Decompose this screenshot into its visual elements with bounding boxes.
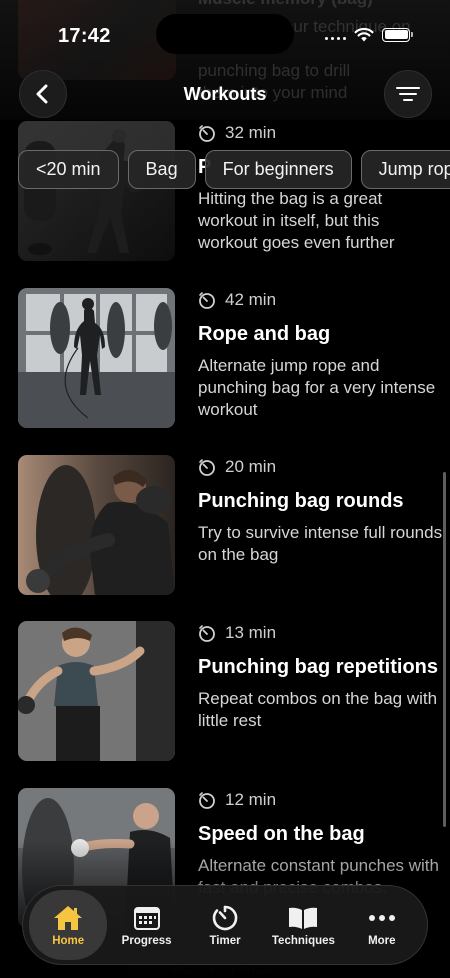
workout-info: 42 min Rope and bag Alternate jump rope … [198,288,443,421]
workout-description: Hitting the bag is a great workout in it… [198,189,395,252]
status-bar: 17:42 [0,0,450,70]
status-icons [325,27,413,42]
top-navigation: Workouts [0,70,450,120]
workout-thumbnail [18,455,175,595]
workout-duration: 20 min [198,455,443,479]
workout-card[interactable]: 20 min Punching bag rounds Try to surviv… [18,455,442,595]
stopwatch-icon [199,459,215,476]
workout-info: 13 min Punching bag repetitions Repeat c… [198,621,443,732]
workout-card[interactable]: 32 min P Hitting the bag is a great work… [18,121,438,261]
workout-info: 12 min Speed on the bag Alternate consta… [198,788,443,899]
battery-icon [382,27,413,42]
filter-lines-icon [396,87,420,101]
stopwatch-icon [199,292,215,309]
workout-title: Punching bag repetitions [198,656,439,678]
stopwatch-icon [199,625,215,642]
workout-duration: 12 min [198,788,443,812]
tab-timer[interactable]: Timer [186,890,264,960]
workout-thumbnail [18,621,175,761]
tab-more[interactable]: More [343,890,421,960]
workout-title: Speed on the bag [198,823,365,845]
page-title: Workouts [183,84,267,104]
workout-description: Try to survive intense full rounds on th… [198,523,443,564]
chip-for-beginners[interactable]: For beginners [204,150,352,189]
filter-chips: <20 min Bag For beginners Jump rop [18,150,450,189]
chip-jump-rope[interactable]: Jump rop [360,150,450,189]
dynamic-island [156,14,294,54]
workout-description: Repeat combos on the bag with little res… [198,689,438,730]
sort-filter-button[interactable] [384,70,432,118]
calendar-icon [133,906,160,930]
workout-duration: 13 min [198,621,443,645]
workout-card[interactable]: 42 min Rope and bag Alternate jump rope … [18,288,438,428]
tab-techniques[interactable]: Techniques [264,890,342,960]
scrollbar[interactable] [443,472,446,827]
bottom-tab-bar: Home Progress Timer Techniques More [22,885,428,965]
workout-card[interactable]: 13 min Punching bag repetitions Repeat c… [18,621,438,761]
workout-duration: 42 min [198,288,443,312]
signal-icon [325,30,346,40]
chip-bag[interactable]: Bag [127,150,196,189]
home-icon [54,905,83,930]
workout-title: Punching bag rounds [198,490,404,512]
timer-icon [212,905,238,930]
stopwatch-icon [199,125,215,142]
tab-home[interactable]: Home [29,890,108,960]
book-icon [289,907,318,929]
workout-thumbnail [18,288,175,428]
stopwatch-icon [199,792,215,809]
workout-title: Rope and bag [198,323,331,345]
wifi-icon [354,27,374,42]
workout-info: 20 min Punching bag rounds Try to surviv… [198,455,443,566]
workout-duration: 32 min [198,121,443,145]
workout-description: Alternate jump rope and punching bag for… [198,356,436,419]
tab-progress[interactable]: Progress [107,890,185,960]
more-icon [368,914,395,921]
chip-under-20-min[interactable]: <20 min [18,150,119,189]
workout-thumbnail [18,121,175,261]
status-time: 17:42 [58,25,111,47]
